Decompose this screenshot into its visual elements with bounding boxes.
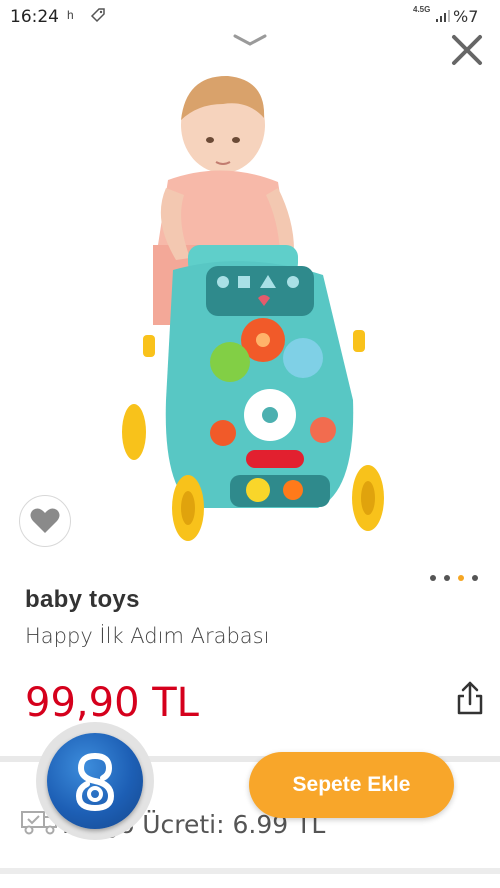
chevron-down-icon[interactable]	[232, 32, 268, 48]
carousel-dot-active[interactable]	[458, 575, 464, 581]
carousel-dots	[430, 575, 478, 581]
carousel-dot[interactable]	[430, 575, 436, 581]
heart-icon	[30, 508, 60, 533]
carousel-dot[interactable]	[444, 575, 450, 581]
assistant-button[interactable]	[36, 722, 154, 840]
assistant-logo-icon	[75, 753, 115, 812]
close-icon[interactable]	[450, 33, 484, 67]
product-image	[122, 75, 384, 541]
network-type: 4.5G	[413, 5, 431, 14]
divider	[0, 868, 500, 874]
status-bar: 16:24 h 4.5G %7	[0, 0, 500, 34]
add-to-cart-button[interactable]: Sepete Ekle	[249, 752, 454, 818]
product-price: 99,90 TL	[25, 680, 199, 726]
brand-name[interactable]: baby toys	[25, 586, 140, 614]
carousel-dot[interactable]	[472, 575, 478, 581]
battery-level: %7	[453, 7, 479, 26]
product-title: Happy İlk Adım Arabası	[25, 624, 270, 648]
assistant-logo	[47, 733, 143, 829]
favorite-button[interactable]	[19, 495, 71, 547]
status-time: 16:24	[10, 7, 59, 27]
tag-icon	[90, 8, 105, 23]
share-icon[interactable]	[455, 680, 485, 716]
signal-icon	[436, 10, 450, 22]
status-indicator: h	[67, 8, 74, 22]
